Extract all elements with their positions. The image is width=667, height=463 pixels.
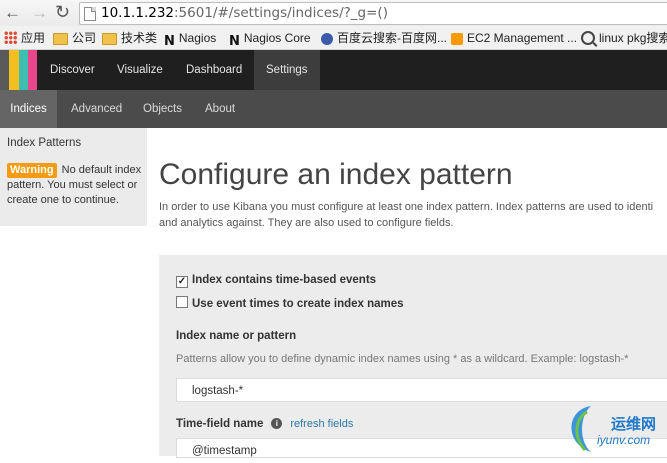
bookmark-nagios[interactable]: N Nagios bbox=[164, 30, 216, 49]
baidu-icon bbox=[321, 33, 333, 45]
logo-stripe bbox=[9, 50, 19, 90]
url-host: 10.1.1.232 bbox=[101, 5, 174, 21]
warning-badge: Warning bbox=[7, 163, 57, 178]
bookmark-linux-pkg[interactable]: linux pkg搜索 bbox=[581, 30, 667, 46]
settings-sub-nav: Indices Advanced Objects About bbox=[0, 90, 667, 128]
page-title: Configure an index pattern bbox=[159, 158, 513, 191]
logo-stripe bbox=[27, 50, 37, 90]
bookmark-tech[interactable]: 技术类 bbox=[102, 30, 157, 46]
tab-indices[interactable]: Indices bbox=[0, 90, 57, 128]
warning-message: Warning No default index pattern. You mu… bbox=[7, 163, 143, 208]
tab-about[interactable]: About bbox=[205, 90, 235, 128]
folder-icon bbox=[53, 33, 68, 45]
folder-icon bbox=[102, 33, 117, 45]
event-times-label: Use event times to create index names bbox=[192, 298, 404, 310]
time-based-option[interactable]: ✓ Index contains time-based events bbox=[176, 274, 376, 288]
tab-objects[interactable]: Objects bbox=[143, 90, 182, 128]
bookmark-nagios-core[interactable]: N Nagios Core bbox=[229, 30, 311, 49]
refresh-fields-link[interactable]: refresh fields bbox=[290, 418, 353, 430]
time-based-label: Index contains time-based events bbox=[192, 274, 377, 286]
index-help-text: Patterns allow you to define dynamic ind… bbox=[176, 353, 629, 365]
nav-visualize[interactable]: Visualize bbox=[117, 50, 163, 90]
watermark-url: iyunv.com bbox=[597, 433, 651, 447]
nagios-icon: N bbox=[229, 34, 240, 49]
time-based-checkbox[interactable]: ✓ bbox=[176, 276, 188, 288]
sidebar-title: Index Patterns bbox=[7, 137, 82, 149]
bookmark-apps[interactable]: 应用 bbox=[4, 30, 45, 46]
index-name-label: Index name or pattern bbox=[176, 330, 297, 342]
reload-icon[interactable]: ↻ bbox=[55, 2, 70, 22]
watermark-site: 运维网 bbox=[611, 416, 657, 433]
bookmark-company[interactable]: 公司 bbox=[53, 30, 96, 46]
tab-advanced[interactable]: Advanced bbox=[71, 90, 122, 128]
page-icon bbox=[84, 7, 96, 21]
aws-icon bbox=[451, 33, 463, 45]
time-field-row: Time-field name i refresh fields bbox=[176, 418, 353, 430]
kibana-top-nav: Discover Visualize Dashboard Settings bbox=[0, 50, 667, 90]
intro-text: In order to use Kibana you must configur… bbox=[159, 201, 654, 229]
browser-toolbar: ← → ↻ 10.1.1.232:5601/#/settings/indices… bbox=[0, 0, 667, 26]
nav-discover[interactable]: Discover bbox=[50, 50, 95, 90]
url-path: :5601/#/settings/indices/?_g=() bbox=[174, 5, 388, 21]
bookmark-baidu[interactable]: 百度云搜索-百度网... bbox=[321, 30, 447, 46]
index-patterns-sidebar: Index Patterns Warning No default index … bbox=[0, 128, 147, 226]
logo-stripe bbox=[0, 50, 10, 90]
bookmarks-bar: 应用 公司 技术类 N Nagios N Nagios Core 百度云搜索-百度网… bbox=[0, 26, 667, 50]
search-icon bbox=[581, 31, 595, 45]
logo-stripe bbox=[18, 50, 28, 90]
apps-icon bbox=[4, 31, 17, 44]
event-times-checkbox[interactable] bbox=[176, 296, 188, 308]
kibana-logo[interactable] bbox=[0, 50, 37, 90]
nav-settings[interactable]: Settings bbox=[254, 50, 320, 90]
info-icon[interactable]: i bbox=[271, 418, 283, 429]
forward-arrow-icon[interactable]: → bbox=[31, 3, 48, 23]
bookmark-ec2[interactable]: EC2 Management ... bbox=[451, 30, 577, 46]
nav-dashboard[interactable]: Dashboard bbox=[186, 50, 242, 90]
back-arrow-icon[interactable]: ← bbox=[4, 3, 21, 23]
address-bar[interactable]: 10.1.1.232:5601/#/settings/indices/?_g=(… bbox=[79, 2, 667, 25]
event-times-option[interactable]: Use event times to create index names bbox=[176, 296, 404, 310]
index-name-input[interactable]: logstash-* bbox=[176, 378, 667, 402]
time-field-label: Time-field name bbox=[176, 418, 264, 430]
nagios-icon: N bbox=[164, 34, 175, 49]
